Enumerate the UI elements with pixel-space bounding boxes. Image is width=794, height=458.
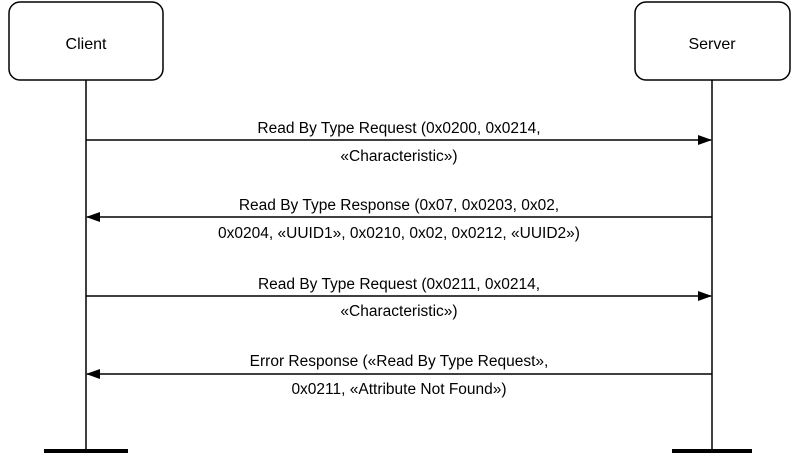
message-2-text-line2: 0x0204, «UUID1», 0x0210, 0x02, 0x0212, «…	[218, 225, 580, 242]
server-participant: Server	[634, 1, 791, 81]
message-4: Error Response («Read By Type Request», …	[86, 353, 712, 398]
message-1-text-line1: Read By Type Request (0x0200, 0x0214,	[257, 120, 540, 137]
message-4-text-line1: Error Response («Read By Type Request»,	[250, 353, 549, 370]
client-label: Client	[66, 36, 107, 53]
message-3: Read By Type Request (0x0211, 0x0214, «C…	[86, 276, 712, 320]
message-3-text-line1: Read By Type Request (0x0211, 0x0214,	[258, 276, 540, 293]
message-1: Read By Type Request (0x0200, 0x0214, «C…	[86, 120, 712, 165]
message-1-text-line2: «Characteristic»)	[340, 148, 457, 165]
client-participant: Client	[8, 1, 164, 81]
message-2-text-line1: Read By Type Response (0x07, 0x0203, 0x0…	[239, 197, 559, 214]
message-4-text-line2: 0x0211, «Attribute Not Found»)	[291, 381, 506, 398]
server-label: Server	[688, 36, 736, 53]
sequence-diagram: Client Server Read By Type Request (0x02…	[8, 1, 791, 453]
message-3-text-line2: «Characteristic»)	[340, 303, 457, 320]
message-2: Read By Type Response (0x07, 0x0203, 0x0…	[86, 197, 712, 242]
